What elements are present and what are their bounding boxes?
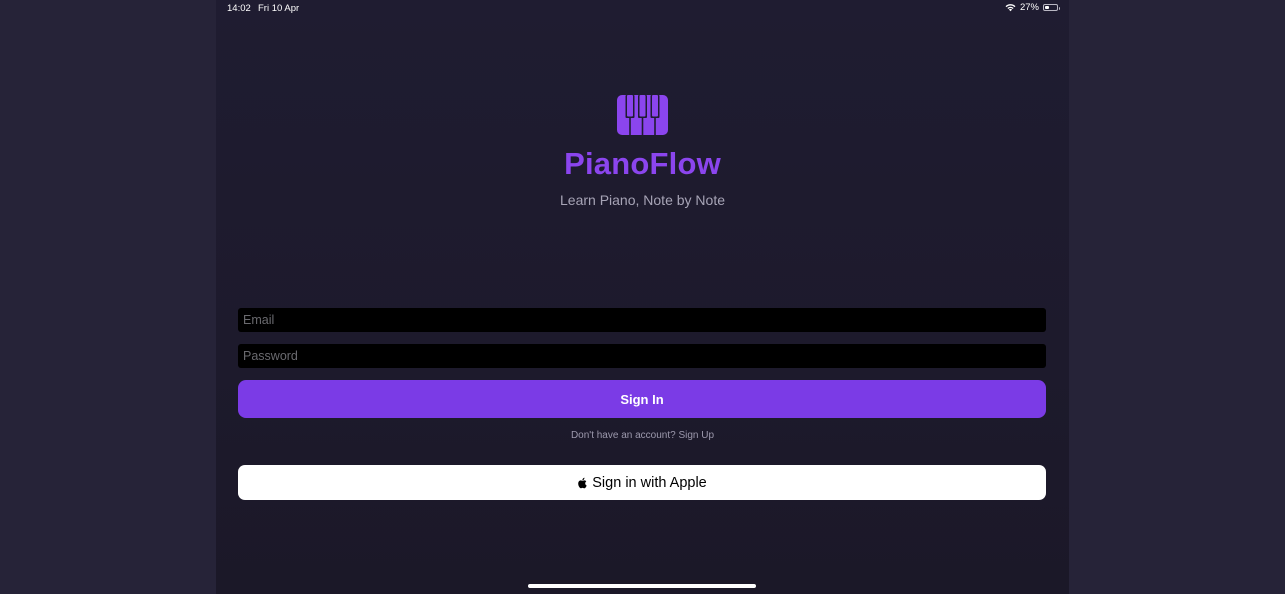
- apple-button-label: Sign in with Apple: [592, 474, 707, 491]
- app-title: PianoFlow: [564, 146, 721, 181]
- sign-in-with-apple-button[interactable]: Sign in with Apple: [238, 465, 1046, 500]
- battery-icon: [1043, 4, 1060, 11]
- apple-logo-icon: [578, 477, 587, 488]
- battery-percent: 27%: [1019, 2, 1039, 13]
- sign-up-link[interactable]: Don't have an account? Sign Up: [216, 430, 1069, 441]
- password-field[interactable]: [238, 344, 1046, 368]
- app-subtitle: Learn Piano, Note by Note: [560, 192, 725, 208]
- app-screen: 14:02 Fri 10 Apr 27% PianoFlow Learn Pia…: [216, 0, 1069, 594]
- battery-fill: [1045, 6, 1049, 9]
- email-field[interactable]: [238, 308, 1046, 332]
- home-indicator[interactable]: [528, 584, 756, 588]
- status-bar: 14:02 Fri 10 Apr 27%: [216, 0, 1069, 18]
- status-time: 14:02: [227, 3, 251, 14]
- piano-keys-icon: [617, 95, 668, 135]
- sign-in-button[interactable]: Sign In: [238, 380, 1046, 418]
- wifi-icon: [1005, 4, 1016, 12]
- status-date: Fri 10 Apr: [258, 3, 300, 14]
- status-indicators: 27%: [1005, 2, 1060, 13]
